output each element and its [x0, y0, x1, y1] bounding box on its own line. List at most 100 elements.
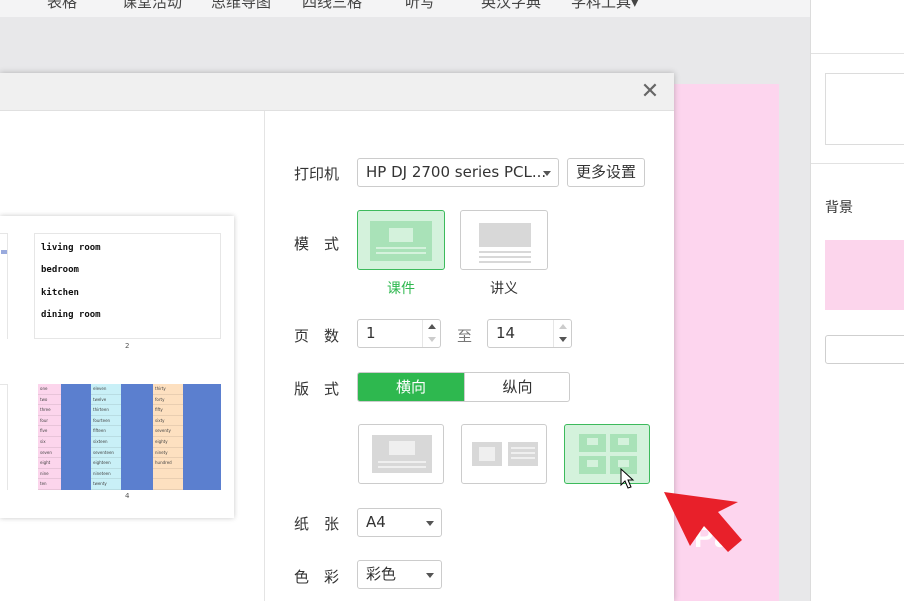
preview-cell: seventeen [91, 448, 121, 459]
layout-quad-card[interactable] [564, 424, 650, 484]
background-label: 背景 [825, 200, 853, 216]
preview-cell: sixteen [91, 437, 121, 448]
mode-label: 模 式 [294, 235, 340, 253]
nav-item-table[interactable]: 表格 [47, 0, 77, 12]
preview-cell: nine [38, 469, 61, 480]
chevron-down-icon [426, 573, 434, 578]
pages-to-stepper[interactable]: 14 [487, 319, 572, 348]
preview-cell: eleven [91, 384, 121, 395]
panel-divider [811, 53, 904, 54]
orientation-landscape-button[interactable]: 横向 [358, 373, 464, 401]
preview-cell: thirteen [91, 405, 121, 416]
top-nav: 表格 课堂活动 思维导图 四线三格 听写 英汉字典 学科工具▾ [0, 0, 810, 17]
mode-courseware-card[interactable] [357, 210, 445, 270]
preview-cell: ninety [153, 448, 183, 459]
nav-item-mindmap[interactable]: 思维导图 [211, 0, 271, 12]
paper-label: 纸 张 [294, 515, 340, 533]
preview-cell: ten [38, 479, 61, 490]
preview-cell: seventy [153, 426, 183, 437]
preview-thumbnail: one two three four five six seven eight nine ten … [38, 384, 221, 490]
increment-icon[interactable] [559, 324, 567, 329]
preview-cell: twenty [91, 479, 121, 490]
printer-value: HP DJ 2700 series PCL... [366, 163, 547, 181]
properties-panel: 背景 [810, 0, 904, 601]
paper-value: A4 [366, 513, 386, 531]
dialog-header: ✕ [0, 73, 674, 111]
preview-word: living room [41, 243, 101, 253]
color-value: 彩色 [366, 565, 397, 583]
layout-double-icon [472, 442, 538, 466]
preview-word: dining room [41, 310, 101, 320]
background-color-swatch[interactable] [825, 240, 904, 310]
preview-thumbnail: living room bedroom kitchen dining room [34, 233, 221, 339]
preview-column: eleven twelve thirteen fourteen fifteen sixte… [91, 384, 121, 490]
printer-label: 打印机 [294, 165, 340, 183]
layout-double-card[interactable] [461, 424, 547, 484]
color-select[interactable]: 彩色 [357, 560, 442, 589]
preview-cell: seven [38, 448, 61, 459]
dialog-divider [264, 111, 265, 601]
preview-cell: two [38, 395, 61, 406]
pages-to-value: 14 [496, 324, 516, 342]
preview-column: thirty forty fifty sixty seventy eighty ninety… [153, 384, 183, 490]
nav-item-class-activity[interactable]: 课堂活动 [122, 0, 182, 12]
preview-word: bedroom [41, 265, 79, 275]
preview-cell: sixty [153, 416, 183, 427]
preview-cell [153, 469, 183, 480]
mouse-cursor-icon [620, 468, 635, 489]
orientation-portrait-button[interactable]: 纵向 [464, 373, 569, 401]
preview-word: kitchen [41, 288, 79, 298]
preview-thumbnail [0, 384, 8, 490]
increment-icon[interactable] [428, 324, 436, 329]
mode-courseware-label: 课件 [387, 281, 415, 297]
preview-cell: fifteen [91, 426, 121, 437]
panel-preview-box[interactable] [825, 73, 904, 145]
pages-from-stepper[interactable]: 1 [357, 319, 441, 348]
nav-item-dictation[interactable]: 听写 [405, 0, 435, 12]
preview-cell [153, 479, 183, 490]
preview-cell: nineteen [91, 469, 121, 480]
preview-cell: three [38, 405, 61, 416]
nav-item-four-lines[interactable]: 四线三格 [302, 0, 362, 12]
nav-item-subject-tools[interactable]: 学科工具▾ [571, 0, 639, 12]
red-arrow-icon [664, 492, 742, 552]
layout-single-icon [372, 435, 432, 473]
preview-cell: forty [153, 395, 183, 406]
print-preview-page: living room bedroom kitchen dining room … [0, 216, 234, 518]
nav-item-dictionary[interactable]: 英汉字典 [481, 0, 541, 12]
preview-page-number: 4 [125, 492, 130, 500]
close-icon[interactable]: ✕ [640, 81, 660, 103]
background-input[interactable] [825, 335, 904, 364]
preview-page-number: 2 [125, 342, 130, 350]
preview-cell: eighty [153, 437, 183, 448]
pages-from-value: 1 [366, 324, 376, 342]
preview-cell: fourteen [91, 416, 121, 427]
layout-label: 版 式 [294, 380, 340, 398]
preview-cell: one [38, 384, 61, 395]
preview-cell: hundred [153, 458, 183, 469]
preview-thumbnail [0, 233, 8, 339]
courseware-icon [370, 221, 432, 261]
preview-cell: twelve [91, 395, 121, 406]
chevron-down-icon [543, 171, 551, 176]
preview-column: one two three four five six seven eight nine ten [38, 384, 61, 490]
decrement-icon[interactable] [428, 337, 436, 342]
mode-handout-label: 讲义 [490, 281, 518, 297]
color-label: 色 彩 [294, 568, 340, 586]
preview-cell: six [38, 437, 61, 448]
more-settings-button[interactable]: 更多设置 [567, 158, 645, 187]
preview-cell: five [38, 426, 61, 437]
print-dialog: ✕ living room bedroom kitchen dining roo… [0, 73, 674, 601]
handout-icon [479, 223, 531, 263]
orientation-toggle: 横向 纵向 [357, 372, 570, 402]
layout-single-card[interactable] [358, 424, 444, 484]
decrement-icon[interactable] [559, 337, 567, 342]
printer-select[interactable]: HP DJ 2700 series PCL... [357, 158, 559, 187]
panel-divider [811, 163, 904, 164]
mode-handout-card[interactable] [460, 210, 548, 270]
pages-to-label: 至 [457, 327, 473, 345]
layout-quad-icon [579, 434, 637, 474]
preview-cell: eight [38, 458, 61, 469]
preview-cell: fifty [153, 405, 183, 416]
paper-select[interactable]: A4 [357, 508, 442, 537]
